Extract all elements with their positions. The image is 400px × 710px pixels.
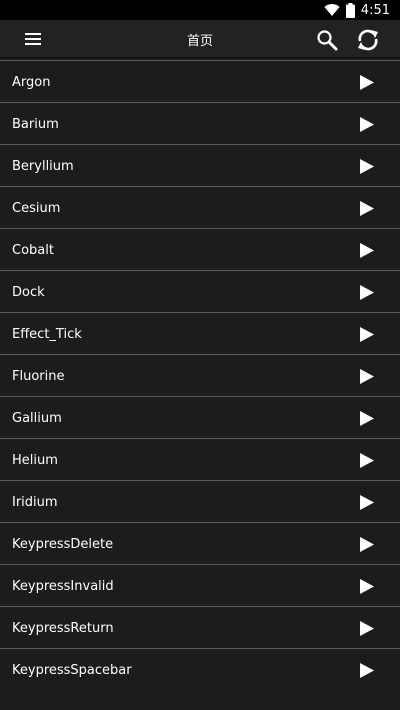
list-item[interactable]: Iridium <box>0 481 400 523</box>
list-item[interactable]: KeypressReturn <box>0 607 400 649</box>
list-item-label: Beryllium <box>12 158 74 174</box>
app-bar: 首页 <box>0 20 400 58</box>
list-item[interactable]: Beryllium <box>0 145 400 187</box>
list-item[interactable]: Gallium <box>0 397 400 439</box>
status-time: 4:51 <box>360 2 390 18</box>
list-item[interactable]: Fluorine <box>0 355 400 397</box>
play-icon[interactable] <box>359 200 375 217</box>
play-icon[interactable] <box>359 410 375 427</box>
list-item[interactable]: Cobalt <box>0 229 400 271</box>
refresh-icon[interactable] <box>355 27 381 53</box>
list-item[interactable]: Argon <box>0 61 400 103</box>
play-icon[interactable] <box>359 620 375 637</box>
play-icon[interactable] <box>359 242 375 259</box>
list-item-label: Argon <box>12 74 51 90</box>
play-icon[interactable] <box>359 536 375 553</box>
list-item-label: KeypressReturn <box>12 620 114 636</box>
list-item[interactable]: KeypressSpacebar <box>0 649 400 691</box>
list-item-label: Helium <box>12 452 58 468</box>
play-icon[interactable] <box>359 284 375 301</box>
list-item[interactable]: Dock <box>0 271 400 313</box>
wifi-icon <box>324 3 340 16</box>
play-icon[interactable] <box>359 74 375 91</box>
play-icon[interactable] <box>359 158 375 175</box>
list-item[interactable]: KeypressInvalid <box>0 565 400 607</box>
play-icon[interactable] <box>359 662 375 679</box>
menu-icon[interactable] <box>23 31 43 47</box>
list-item-label: Cobalt <box>12 242 54 258</box>
list-item-label: Dock <box>12 284 45 300</box>
play-icon[interactable] <box>359 326 375 343</box>
list-item-label: Gallium <box>12 410 62 426</box>
status-bar: 4:51 <box>0 0 400 20</box>
list-item[interactable]: Helium <box>0 439 400 481</box>
list-item-label: Fluorine <box>12 368 65 384</box>
play-icon[interactable] <box>359 116 375 133</box>
list-item-label: KeypressSpacebar <box>12 662 132 678</box>
play-icon[interactable] <box>359 368 375 385</box>
list-item[interactable]: Barium <box>0 103 400 145</box>
list-item[interactable]: Cesium <box>0 187 400 229</box>
list-item-label: KeypressDelete <box>12 536 114 552</box>
list-item-label: KeypressInvalid <box>12 578 114 594</box>
battery-icon <box>345 2 355 18</box>
page-title: 首页 <box>186 33 213 49</box>
sound-list[interactable]: AntimonyArgonBariumBerylliumCesiumCobalt… <box>0 40 400 710</box>
play-icon[interactable] <box>359 494 375 511</box>
search-icon[interactable] <box>315 28 339 52</box>
list-item-label: Cesium <box>12 200 61 216</box>
play-icon[interactable] <box>359 578 375 595</box>
list-item[interactable]: Effect_Tick <box>0 313 400 355</box>
list-item-label: Effect_Tick <box>12 326 82 342</box>
play-icon[interactable] <box>359 452 375 469</box>
list-item[interactable]: KeypressDelete <box>0 523 400 565</box>
list-item-label: Barium <box>12 116 59 132</box>
list-item-label: Iridium <box>12 494 58 510</box>
sound-list-content: AntimonyArgonBariumBerylliumCesiumCobalt… <box>0 40 400 691</box>
